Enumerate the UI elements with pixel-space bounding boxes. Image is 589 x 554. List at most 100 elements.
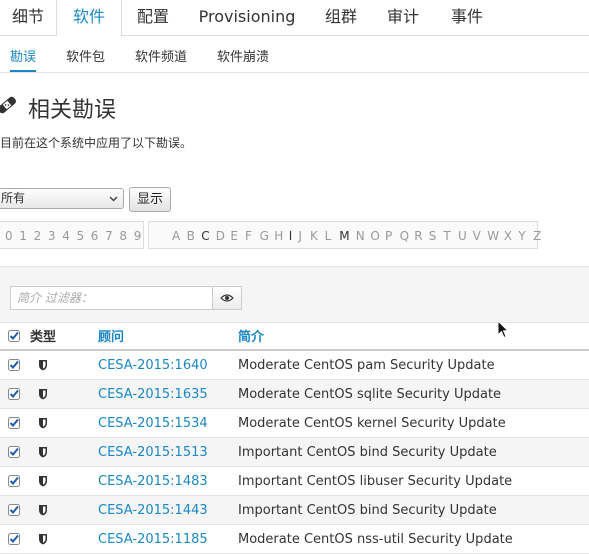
table-row: CESA-2015:1640 Moderate CentOS pam Securi… <box>0 350 589 380</box>
advisory-link[interactable]: CESA-2015:1640 <box>98 358 208 373</box>
advisory-link[interactable]: CESA-2015:1635 <box>98 387 208 402</box>
alpha-letter-link: U <box>458 229 467 243</box>
tab-events[interactable]: 事件 <box>434 0 500 35</box>
advisory-link[interactable]: CESA-2015:1185 <box>98 532 208 547</box>
row-checkbox-cell[interactable] <box>0 495 30 525</box>
row-synopsis-cell: Important CentOS libuser Security Update <box>238 466 589 496</box>
synopsis-text: Moderate CentOS nss-util Security Update <box>238 531 513 547</box>
alpha-letter-link[interactable]: C <box>201 229 209 243</box>
table-row: CESA-2015:1635 Moderate CentOS sqlite Sec… <box>0 379 589 409</box>
header-synopsis[interactable]: 简介 <box>238 322 589 351</box>
row-type-cell <box>30 524 98 554</box>
row-advisory-cell: CESA-2015:1534 <box>98 408 238 438</box>
alpha-letter-link: W <box>487 229 500 243</box>
table-row: CESA-2015:1534 Moderate CentOS kernel Sec… <box>0 408 589 438</box>
eye-icon <box>220 294 234 302</box>
row-checkbox-cell[interactable] <box>0 466 30 496</box>
subtab-errata[interactable]: 勘误 <box>10 46 37 72</box>
alpha-letter-link: D <box>215 229 226 243</box>
letter-filter-group: ABCDEFGHIJKLMNOPQRSTUVWXYZ <box>148 221 542 249</box>
row-synopsis-cell: Moderate CentOS nss-util Security Update <box>238 524 589 554</box>
subtab-software-crashes[interactable]: 软件崩溃 <box>217 46 269 65</box>
alpha-letter-link: V <box>472 229 481 243</box>
shield-icon <box>39 447 47 458</box>
table-row: CESA-2015:1513 Important CentOS bind Secu… <box>0 437 589 467</box>
advisory-link[interactable]: CESA-2015:1513 <box>98 445 208 460</box>
shield-icon <box>39 389 47 400</box>
alpha-letter-link: L <box>324 229 332 243</box>
synopsis-text: Important CentOS bind Security Update <box>238 502 497 518</box>
checkbox-checked-icon[interactable] <box>8 359 20 371</box>
advisory-link[interactable]: CESA-2015:1483 <box>98 474 208 489</box>
subtab-software-channels[interactable]: 软件频道 <box>135 46 187 65</box>
checkbox-checked-icon[interactable] <box>8 417 20 429</box>
alpha-digit-link: 4 <box>62 229 70 243</box>
tab-audit[interactable]: 审计 <box>372 0 434 35</box>
alpha-letter-link: B <box>186 229 195 243</box>
shield-icon <box>39 476 47 487</box>
alpha-letter-link: O <box>370 229 380 243</box>
alpha-letter-link[interactable]: I <box>289 229 293 243</box>
row-checkbox-cell[interactable] <box>0 379 30 409</box>
alpha-letter-link: Z <box>533 229 542 243</box>
tab-provisioning[interactable]: Provisioning <box>184 0 310 35</box>
row-type-cell <box>30 437 98 467</box>
header-type: 类型 <box>30 322 98 351</box>
alpha-letter-link: Y <box>518 229 526 243</box>
synopsis-text: Moderate CentOS kernel Security Update <box>238 415 506 431</box>
shield-icon <box>39 360 47 371</box>
subtab-packages[interactable]: 软件包 <box>66 46 105 65</box>
synopsis-filter-input[interactable]: 简介 过滤器： <box>10 286 213 310</box>
alpha-letter-link: R <box>414 229 423 243</box>
tab-configuration[interactable]: 配置 <box>122 0 184 35</box>
row-checkbox-cell[interactable] <box>0 524 30 554</box>
row-checkbox-cell[interactable] <box>0 408 30 438</box>
checkbox-checked-icon[interactable] <box>8 329 20 342</box>
alpha-digit-link: 0 <box>5 229 13 243</box>
advisory-link[interactable]: CESA-2015:1443 <box>98 503 208 518</box>
row-synopsis-cell: Important CentOS bind Security Update <box>238 495 589 525</box>
checkbox-checked-icon[interactable] <box>8 475 20 487</box>
alpha-digit-link: 5 <box>76 229 85 243</box>
alpha-letter-link: S <box>428 229 437 243</box>
alpha-letter-link[interactable]: M <box>339 229 349 243</box>
checkbox-checked-icon[interactable] <box>8 504 20 516</box>
errata-type-select[interactable]: 所有 <box>0 188 124 209</box>
advisory-link[interactable]: CESA-2015:1534 <box>98 416 208 431</box>
page-description: 目前在这个系统中应用了以下勘误。 <box>0 136 193 150</box>
alpha-digit-link: 7 <box>105 229 113 243</box>
alpha-letter-link: P <box>385 229 393 243</box>
row-checkbox-cell[interactable] <box>0 437 30 467</box>
select-all-header[interactable] <box>0 322 30 351</box>
row-advisory-cell: CESA-2015:1483 <box>98 466 238 496</box>
alpha-letter-link: X <box>503 229 513 243</box>
alpha-letter-link: E <box>230 229 238 243</box>
secondary-tabs: 勘误 软件包 软件频道 软件崩溃 <box>0 36 589 73</box>
checkbox-checked-icon[interactable] <box>8 533 20 545</box>
show-button[interactable]: 显示 <box>129 187 171 212</box>
row-checkbox-cell[interactable] <box>0 350 30 380</box>
mouse-cursor-icon <box>497 320 509 339</box>
alpha-letter-link: G <box>259 229 269 243</box>
tab-details[interactable]: 细节 <box>0 0 56 35</box>
alpha-digit-link: 2 <box>33 229 42 243</box>
table-row: CESA-2015:1185 Moderate CentOS nss-util S… <box>0 524 589 554</box>
tab-software[interactable]: 软件 <box>56 0 122 36</box>
table-row: CESA-2015:1483 Important CentOS libuser S… <box>0 466 589 496</box>
filter-apply-button[interactable] <box>212 286 242 310</box>
row-type-cell <box>30 379 98 409</box>
row-synopsis-cell: Moderate CentOS kernel Security Update <box>238 408 589 438</box>
chevron-down-icon <box>109 196 118 202</box>
select-value: 所有 <box>1 191 26 205</box>
row-type-cell <box>30 466 98 496</box>
tab-groups[interactable]: 组群 <box>310 0 372 35</box>
checkbox-checked-icon[interactable] <box>8 388 20 400</box>
bandage-icon <box>0 96 17 114</box>
checkbox-checked-icon[interactable] <box>8 446 20 458</box>
alpha-letter-link: H <box>274 229 284 243</box>
header-advisory[interactable]: 顾问 <box>98 322 238 351</box>
row-advisory-cell: CESA-2015:1185 <box>98 524 238 554</box>
shield-icon <box>39 505 47 516</box>
alpha-letter-link: N <box>355 229 365 243</box>
row-type-cell <box>30 408 98 438</box>
